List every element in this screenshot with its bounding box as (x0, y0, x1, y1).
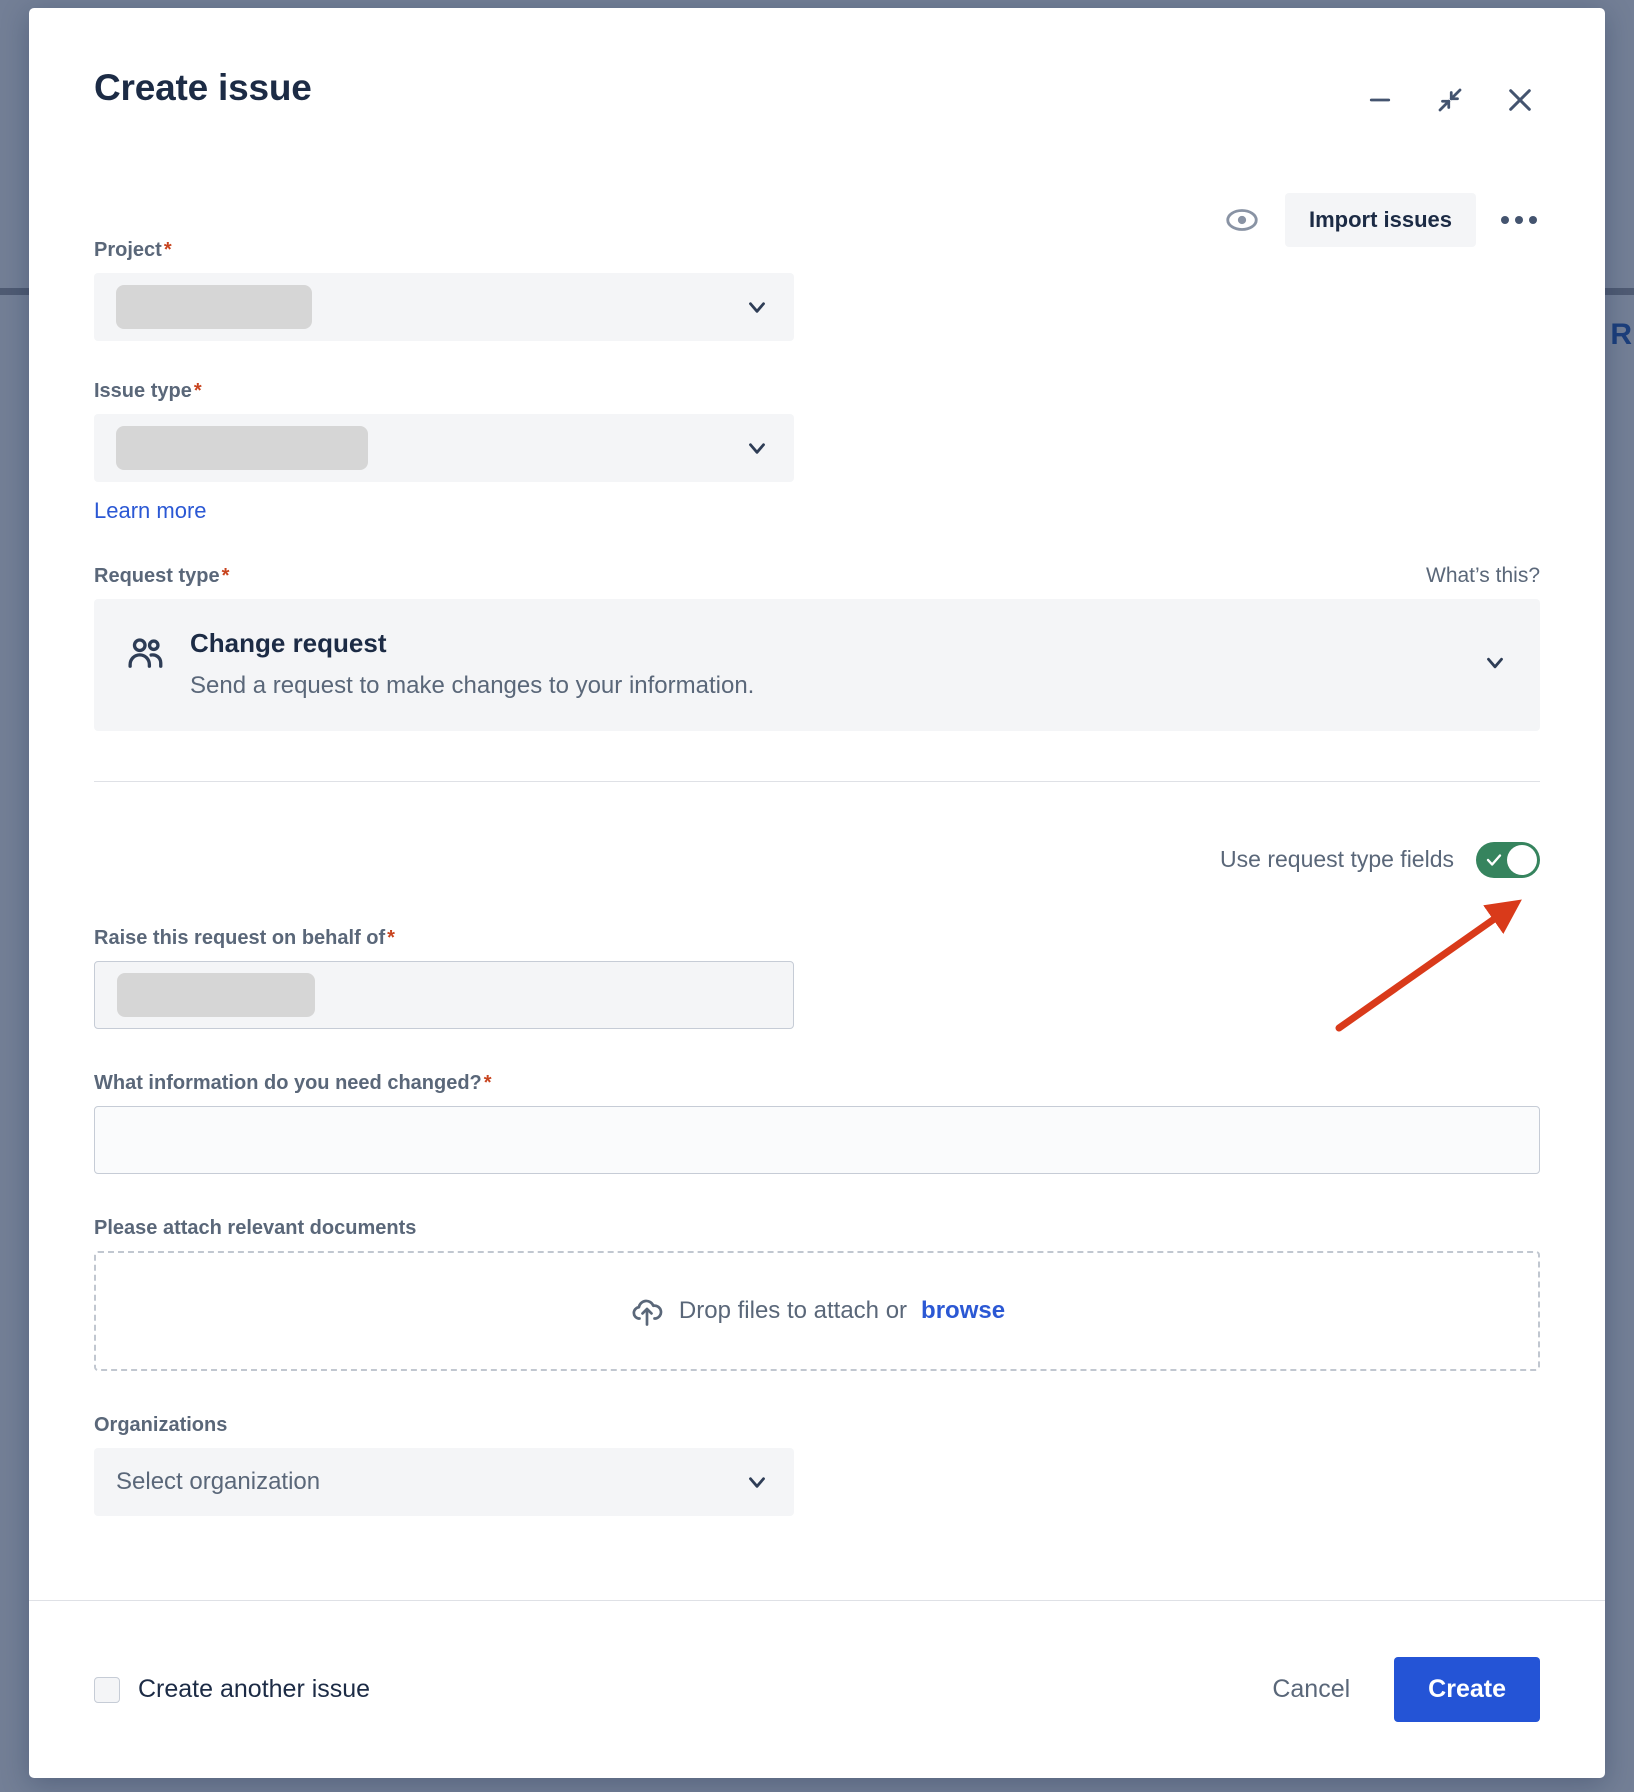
field-label-attachments: Please attach relevant documents (94, 1216, 417, 1239)
close-icon[interactable] (1500, 80, 1540, 120)
field-behalf-of: Raise this request on behalf of * (29, 926, 1605, 1029)
behalf-of-select[interactable] (94, 960, 794, 1029)
issue-type-loading-skeleton (116, 426, 368, 470)
modal-footer: Create another issue Cancel Create (29, 1600, 1605, 1778)
create-another-issue-label: Create another issue (138, 1675, 371, 1703)
request-type-description: Send a request to make changes to your i… (190, 671, 755, 699)
request-type-text: Change request Send a request to make ch… (190, 627, 754, 701)
issue-type-select[interactable] (94, 414, 794, 482)
modal-body: Create issue Import issues Project * Iss… (29, 8, 1605, 1600)
required-marker: * (387, 926, 395, 949)
field-label-request-type: Request type * (94, 565, 230, 587)
chevron-down-icon (744, 294, 770, 320)
request-type-header: Request type * What’s this? (94, 564, 1540, 588)
organizations-select[interactable]: Select organization (94, 1447, 794, 1516)
dropzone-text: Drop files to attach or (678, 1296, 908, 1324)
use-request-type-fields-row: Use request type fields (29, 841, 1605, 878)
collapse-icon[interactable] (1430, 80, 1470, 120)
create-another-issue-checkbox-row[interactable]: Create another issue (94, 1675, 370, 1704)
field-info-changed: What information do you need changed? * (29, 1071, 1605, 1174)
use-request-type-fields-toggle[interactable] (1476, 841, 1540, 878)
people-group-icon (124, 627, 166, 680)
field-label-issue-type: Issue type * (94, 380, 202, 402)
more-options-icon[interactable] (1498, 199, 1540, 241)
header-actions: Import issues (1221, 193, 1540, 247)
footer-actions: Cancel Create (1254, 1657, 1540, 1722)
whats-this-link[interactable]: What’s this? (1426, 564, 1540, 588)
field-project: Project * (29, 238, 1605, 341)
cancel-button[interactable]: Cancel (1254, 1661, 1368, 1718)
minimize-icon[interactable] (1360, 80, 1400, 120)
project-select[interactable] (94, 273, 794, 341)
request-type-selected-card[interactable]: Change request Send a request to make ch… (94, 599, 1540, 731)
attachment-dropzone[interactable]: Drop files to attach or browse (94, 1250, 1540, 1371)
behalf-of-loading-skeleton (117, 972, 315, 1017)
create-button[interactable]: Create (1394, 1657, 1540, 1722)
check-icon (1485, 851, 1503, 874)
backdrop-partial-text: R (1610, 318, 1632, 351)
eye-icon[interactable] (1221, 199, 1263, 241)
import-issues-button[interactable]: Import issues (1284, 193, 1476, 247)
cloud-upload-icon (629, 1293, 665, 1329)
create-another-issue-checkbox[interactable] (94, 1676, 120, 1703)
chevron-down-icon[interactable] (1482, 649, 1508, 680)
required-marker: * (483, 1071, 492, 1094)
use-request-type-fields-label: Use request type fields (1220, 846, 1454, 873)
chevron-down-icon (744, 435, 770, 461)
required-marker: * (193, 380, 202, 402)
chevron-down-icon (744, 1469, 770, 1495)
field-issue-type: Issue type * Learn more (29, 379, 1605, 524)
page-title: Create issue (94, 67, 312, 108)
field-label-behalf-of: Raise this request on behalf of * (94, 926, 395, 949)
project-loading-skeleton (116, 285, 312, 329)
organizations-placeholder: Select organization (116, 1467, 321, 1495)
field-organizations: Organizations Select organization (29, 1413, 1605, 1516)
field-label-info-changed: What information do you need changed? * (94, 1071, 492, 1094)
browse-link[interactable]: browse (921, 1297, 1005, 1325)
window-controls (1360, 68, 1540, 120)
learn-more-link[interactable]: Learn more (94, 498, 207, 524)
field-attachments: Please attach relevant documents Drop fi… (29, 1216, 1605, 1371)
create-issue-modal: Create issue Import issues Project * Iss… (29, 8, 1605, 1778)
field-request-type: Request type * What’s this? Change reques… (29, 564, 1605, 731)
modal-header: Create issue (29, 8, 1605, 120)
required-marker: * (221, 565, 230, 587)
info-changed-input[interactable] (94, 1105, 1540, 1174)
field-label-organizations: Organizations (94, 1413, 228, 1436)
toggle-knob (1507, 844, 1537, 875)
section-divider (94, 780, 1540, 782)
required-marker: * (163, 239, 172, 261)
request-type-title: Change request (190, 628, 387, 658)
